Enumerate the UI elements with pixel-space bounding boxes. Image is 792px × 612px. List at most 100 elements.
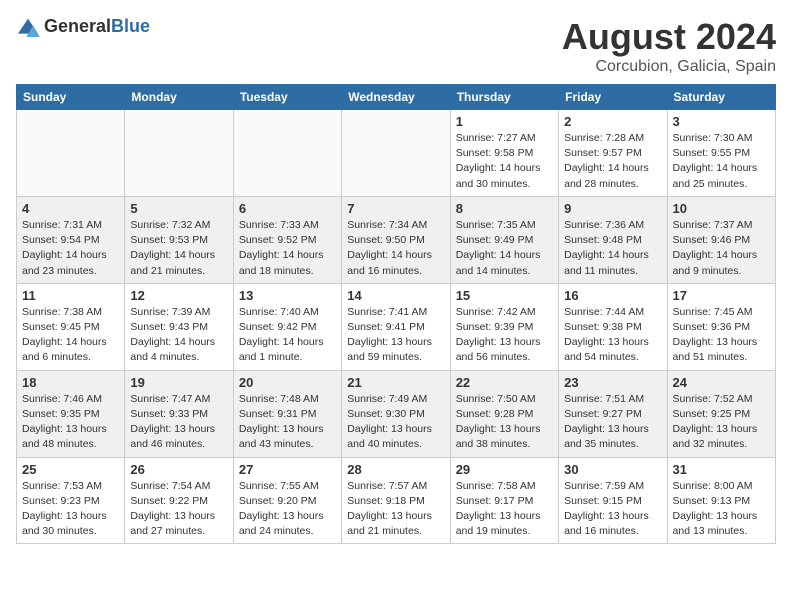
day-number: 9	[564, 201, 661, 216]
day-cell: 22Sunrise: 7:50 AM Sunset: 9:28 PM Dayli…	[450, 370, 558, 457]
day-number: 29	[456, 462, 553, 477]
day-cell	[125, 110, 233, 197]
day-cell: 30 Sunrise: 7:59 AM Sunset: 9:15 PM Dayli…	[559, 457, 667, 544]
day-info: Sunrise: 7:28 AM Sunset: 9:57 PM Dayligh…	[564, 131, 661, 192]
day-number: 2	[564, 114, 661, 129]
day-info: Sunrise: 7:53 AM Sunset: 9:23 PM Dayligh…	[22, 479, 119, 540]
day-info: Sunrise: 7:47 AM Sunset: 9:33 PM Dayligh…	[130, 392, 227, 453]
day-number: 8	[456, 201, 553, 216]
calendar-body: 1 Sunrise: 7:27 AM Sunset: 9:58 PM Daylig…	[17, 110, 776, 544]
day-number: 30	[564, 462, 661, 477]
day-cell: 24 Sunrise: 7:52 AM Sunset: 9:25 PM Dayli…	[667, 370, 775, 457]
day-info: Sunrise: 7:59 AM Sunset: 9:15 PM Dayligh…	[564, 479, 661, 540]
day-cell: 11 Sunrise: 7:38 AM Sunset: 9:45 PM Dayli…	[17, 283, 125, 370]
week-row-1: 1 Sunrise: 7:27 AM Sunset: 9:58 PM Daylig…	[17, 110, 776, 197]
day-cell: 5Sunrise: 7:32 AM Sunset: 9:53 PM Daylig…	[125, 196, 233, 283]
day-number: 3	[673, 114, 770, 129]
day-cell: 7Sunrise: 7:34 AM Sunset: 9:50 PM Daylig…	[342, 196, 450, 283]
calendar-header-row: SundayMondayTuesdayWednesdayThursdayFrid…	[17, 85, 776, 110]
day-cell: 23 Sunrise: 7:51 AM Sunset: 9:27 PM Dayli…	[559, 370, 667, 457]
day-number: 24	[673, 375, 770, 390]
day-header-thursday: Thursday	[450, 85, 558, 110]
day-number: 21	[347, 375, 444, 390]
day-info: Sunrise: 7:46 AM Sunset: 9:35 PM Dayligh…	[22, 392, 119, 453]
day-cell: 29Sunrise: 7:58 AM Sunset: 9:17 PM Dayli…	[450, 457, 558, 544]
day-cell: 28 Sunrise: 7:57 AM Sunset: 9:18 PM Dayli…	[342, 457, 450, 544]
day-header-wednesday: Wednesday	[342, 85, 450, 110]
day-header-friday: Friday	[559, 85, 667, 110]
day-info: Sunrise: 7:27 AM Sunset: 9:58 PM Dayligh…	[456, 131, 553, 192]
day-info: Sunrise: 7:55 AM Sunset: 9:20 PM Dayligh…	[239, 479, 336, 540]
day-number: 27	[239, 462, 336, 477]
day-info: Sunrise: 7:42 AM Sunset: 9:39 PM Dayligh…	[456, 305, 553, 366]
day-number: 18	[22, 375, 119, 390]
day-number: 10	[673, 201, 770, 216]
day-cell: 14 Sunrise: 7:41 AM Sunset: 9:41 PM Dayli…	[342, 283, 450, 370]
day-info: Sunrise: 7:51 AM Sunset: 9:27 PM Dayligh…	[564, 392, 661, 453]
day-cell	[17, 110, 125, 197]
day-info: Sunrise: 7:57 AM Sunset: 9:18 PM Dayligh…	[347, 479, 444, 540]
day-number: 19	[130, 375, 227, 390]
day-number: 15	[456, 288, 553, 303]
day-cell: 2 Sunrise: 7:28 AM Sunset: 9:57 PM Daylig…	[559, 110, 667, 197]
day-cell	[342, 110, 450, 197]
day-cell: 13Sunrise: 7:40 AM Sunset: 9:42 PM Dayli…	[233, 283, 341, 370]
day-cell: 21 Sunrise: 7:49 AM Sunset: 9:30 PM Dayli…	[342, 370, 450, 457]
logo: GeneralBlue	[16, 16, 150, 37]
day-cell: 17 Sunrise: 7:45 AM Sunset: 9:36 PM Dayli…	[667, 283, 775, 370]
day-info: Sunrise: 7:33 AM Sunset: 9:52 PM Dayligh…	[239, 218, 336, 279]
header: GeneralBlue August 2024 Corcubion, Galic…	[16, 16, 776, 76]
day-number: 6	[239, 201, 336, 216]
day-number: 28	[347, 462, 444, 477]
day-number: 1	[456, 114, 553, 129]
day-cell: 8 Sunrise: 7:35 AM Sunset: 9:49 PM Daylig…	[450, 196, 558, 283]
week-row-4: 18 Sunrise: 7:46 AM Sunset: 9:35 PM Dayli…	[17, 370, 776, 457]
day-cell: 10 Sunrise: 7:37 AM Sunset: 9:46 PM Dayli…	[667, 196, 775, 283]
day-number: 25	[22, 462, 119, 477]
day-cell: 27 Sunrise: 7:55 AM Sunset: 9:20 PM Dayli…	[233, 457, 341, 544]
day-number: 13	[239, 288, 336, 303]
day-number: 12	[130, 288, 227, 303]
day-number: 11	[22, 288, 119, 303]
day-info: Sunrise: 7:38 AM Sunset: 9:45 PM Dayligh…	[22, 305, 119, 366]
day-cell: 12 Sunrise: 7:39 AM Sunset: 9:43 PM Dayli…	[125, 283, 233, 370]
day-number: 4	[22, 201, 119, 216]
day-cell: 20Sunrise: 7:48 AM Sunset: 9:31 PM Dayli…	[233, 370, 341, 457]
day-number: 31	[673, 462, 770, 477]
day-info: Sunrise: 7:37 AM Sunset: 9:46 PM Dayligh…	[673, 218, 770, 279]
day-info: Sunrise: 7:36 AM Sunset: 9:48 PM Dayligh…	[564, 218, 661, 279]
logo-blue: Blue	[111, 16, 150, 36]
day-cell: 1 Sunrise: 7:27 AM Sunset: 9:58 PM Daylig…	[450, 110, 558, 197]
day-number: 16	[564, 288, 661, 303]
day-cell: 4Sunrise: 7:31 AM Sunset: 9:54 PM Daylig…	[17, 196, 125, 283]
calendar-table: SundayMondayTuesdayWednesdayThursdayFrid…	[16, 84, 776, 544]
day-number: 23	[564, 375, 661, 390]
day-info: Sunrise: 7:45 AM Sunset: 9:36 PM Dayligh…	[673, 305, 770, 366]
day-cell: 26 Sunrise: 7:54 AM Sunset: 9:22 PM Dayli…	[125, 457, 233, 544]
day-cell: 18 Sunrise: 7:46 AM Sunset: 9:35 PM Dayli…	[17, 370, 125, 457]
day-info: Sunrise: 7:30 AM Sunset: 9:55 PM Dayligh…	[673, 131, 770, 192]
day-number: 14	[347, 288, 444, 303]
day-number: 26	[130, 462, 227, 477]
day-cell: 31 Sunrise: 8:00 AM Sunset: 9:13 PM Dayli…	[667, 457, 775, 544]
day-info: Sunrise: 7:39 AM Sunset: 9:43 PM Dayligh…	[130, 305, 227, 366]
day-number: 7	[347, 201, 444, 216]
day-cell: 16 Sunrise: 7:44 AM Sunset: 9:38 PM Dayli…	[559, 283, 667, 370]
day-number: 5	[130, 201, 227, 216]
week-row-5: 25 Sunrise: 7:53 AM Sunset: 9:23 PM Dayli…	[17, 457, 776, 544]
logo-icon	[16, 17, 40, 37]
day-cell: 19 Sunrise: 7:47 AM Sunset: 9:33 PM Dayli…	[125, 370, 233, 457]
day-info: Sunrise: 7:52 AM Sunset: 9:25 PM Dayligh…	[673, 392, 770, 453]
day-info: Sunrise: 8:00 AM Sunset: 9:13 PM Dayligh…	[673, 479, 770, 540]
day-header-saturday: Saturday	[667, 85, 775, 110]
day-header-monday: Monday	[125, 85, 233, 110]
day-info: Sunrise: 7:54 AM Sunset: 9:22 PM Dayligh…	[130, 479, 227, 540]
day-cell: 9 Sunrise: 7:36 AM Sunset: 9:48 PM Daylig…	[559, 196, 667, 283]
day-info: Sunrise: 7:44 AM Sunset: 9:38 PM Dayligh…	[564, 305, 661, 366]
day-info: Sunrise: 7:49 AM Sunset: 9:30 PM Dayligh…	[347, 392, 444, 453]
day-cell: 6 Sunrise: 7:33 AM Sunset: 9:52 PM Daylig…	[233, 196, 341, 283]
day-number: 20	[239, 375, 336, 390]
day-info: Sunrise: 7:41 AM Sunset: 9:41 PM Dayligh…	[347, 305, 444, 366]
day-number: 17	[673, 288, 770, 303]
day-info: Sunrise: 7:35 AM Sunset: 9:49 PM Dayligh…	[456, 218, 553, 279]
